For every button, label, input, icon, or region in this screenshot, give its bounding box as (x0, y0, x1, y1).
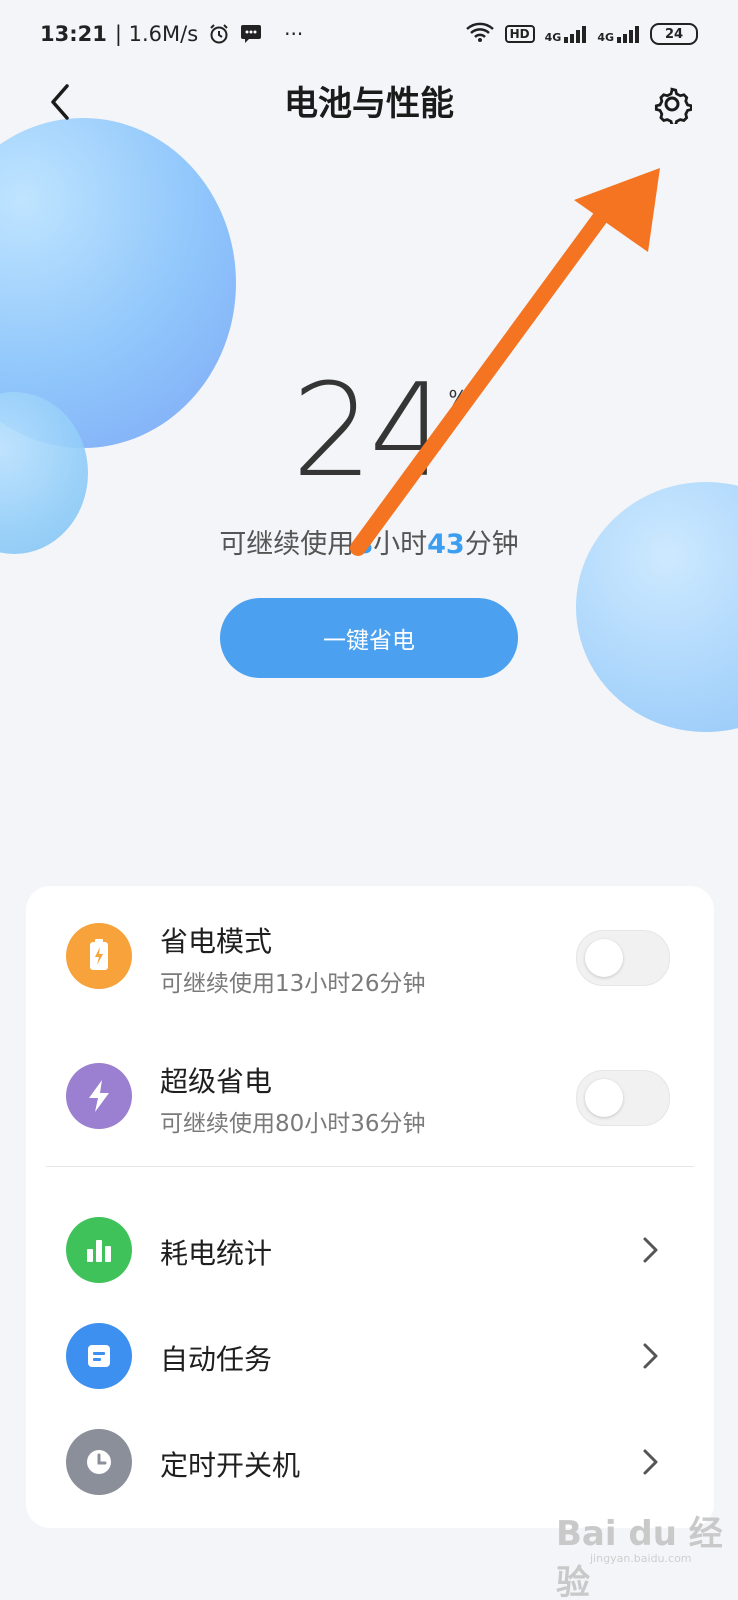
signal-icon-sim1: 4G (545, 24, 588, 44)
power-saving-mode-toggle[interactable] (576, 930, 670, 986)
remaining-minutes: 43 (427, 529, 465, 560)
auto-tasks-row[interactable]: 自动任务 (26, 1306, 714, 1406)
ultra-power-saving-subtitle: 可继续使用80小时36分钟 (160, 1111, 426, 1137)
battery-percentage-display: 24 % (0, 368, 738, 496)
chevron-right-icon (643, 1343, 658, 1369)
scheduled-power-row[interactable]: 定时开关机 (26, 1412, 714, 1512)
power-saving-mode-row[interactable]: 省电模式 可继续使用13小时26分钟 (26, 906, 714, 1006)
power-saving-mode-label: 省电模式 (160, 925, 273, 958)
power-settings-card: 省电模式 可继续使用13小时26分钟 超级省电 可继续使用80小时36分钟 耗电… (26, 886, 714, 1528)
chevron-right-icon (643, 1237, 658, 1263)
wifi-icon (465, 21, 495, 48)
power-usage-stats-row[interactable]: 耗电统计 (26, 1200, 714, 1300)
remaining-hours: 8 (354, 529, 374, 560)
gear-icon (654, 87, 693, 127)
bar-chart-icon (66, 1217, 132, 1283)
one-click-save-button[interactable]: 一键省电 (220, 598, 518, 678)
status-speed: | 1.6M/s (114, 22, 199, 46)
remaining-time: 可继续使用8小时43分钟 (0, 522, 738, 561)
task-list-icon (66, 1323, 132, 1389)
message-icon (240, 24, 262, 44)
more-notifications-icon: ··· (284, 22, 304, 46)
alarm-icon (208, 23, 230, 45)
remaining-minutes-unit: 分钟 (464, 529, 519, 560)
baidu-watermark-url: jingyan.baidu.com (590, 1552, 692, 1565)
scheduled-power-label: 定时开关机 (160, 1449, 301, 1482)
status-bar: 13:21 | 1.6M/s ··· HD 4G 4G 24 (40, 16, 698, 52)
signal-icon-sim2: 4G (597, 24, 640, 44)
battery-bolt-icon (66, 923, 132, 989)
ultra-power-saving-label: 超级省电 (160, 1065, 273, 1098)
toggle-knob (585, 1079, 623, 1117)
power-usage-stats-label: 耗电统计 (160, 1237, 273, 1270)
chevron-right-icon (643, 1449, 658, 1475)
hd-badge: HD (504, 25, 535, 43)
battery-percentage: 24 (291, 357, 451, 506)
bolt-icon (66, 1063, 132, 1129)
auto-tasks-label: 自动任务 (160, 1343, 273, 1376)
toggle-knob (585, 939, 623, 977)
percent-sign: % (448, 386, 468, 410)
ultra-power-saving-toggle[interactable] (576, 1070, 670, 1126)
clock-icon (66, 1429, 132, 1495)
page-title: 电池与性能 (284, 84, 454, 124)
divider (46, 1166, 694, 1167)
settings-button[interactable] (652, 84, 693, 127)
power-saving-mode-subtitle: 可继续使用13小时26分钟 (160, 971, 426, 997)
ultra-power-saving-row[interactable]: 超级省电 可继续使用80小时36分钟 (26, 1046, 714, 1146)
decorative-bubble-right (576, 482, 738, 732)
network-type-sim1: 4G (544, 31, 562, 44)
remaining-hours-unit: 小时 (373, 529, 428, 560)
screen: 13:21 | 1.6M/s ··· HD 4G 4G 24 电池与性能 24 … (0, 0, 738, 1600)
network-type-sim2: 4G (597, 31, 614, 44)
remaining-time-prefix: 可继续使用 (219, 529, 355, 560)
battery-status-icon: 24 (650, 23, 698, 45)
status-time: 13:21 (40, 22, 107, 46)
